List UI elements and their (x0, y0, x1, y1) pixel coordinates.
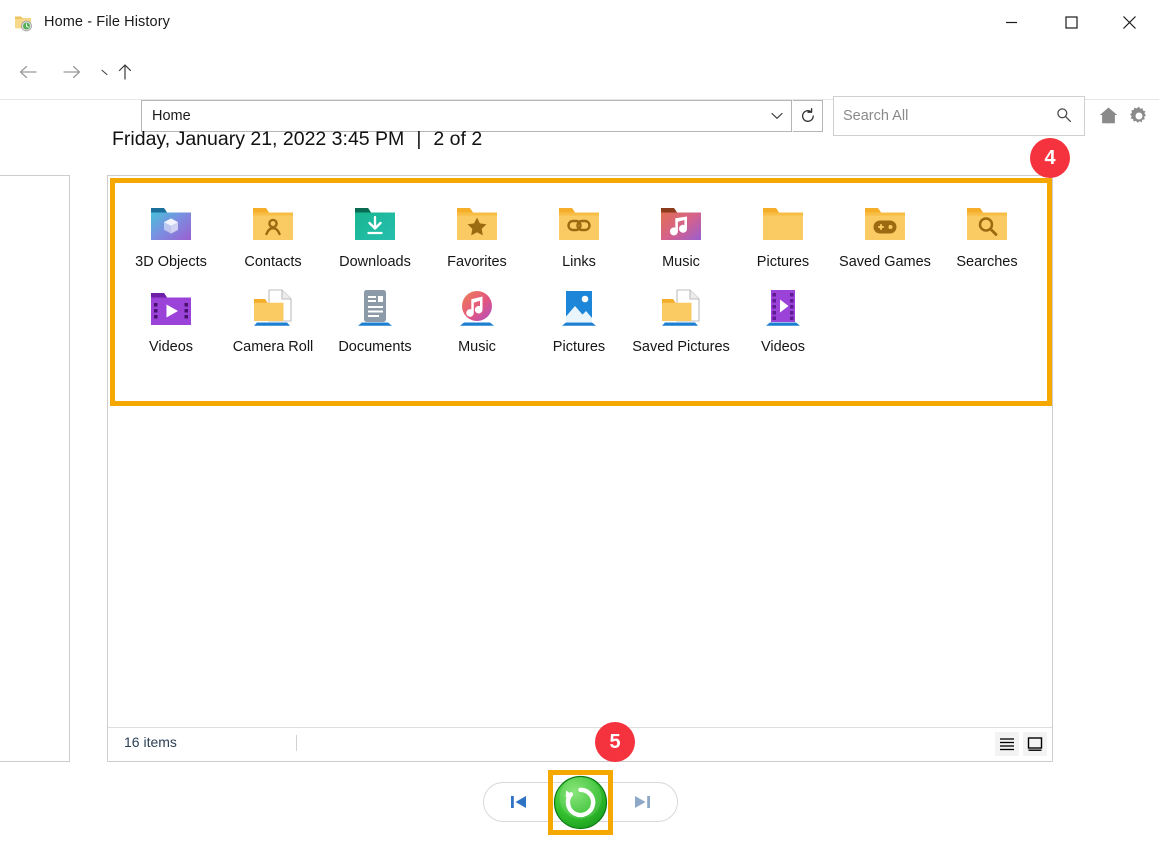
grid-item-label: Pictures (552, 339, 606, 355)
recent-locations-icon[interactable] (98, 58, 112, 86)
folder-history-icon (13, 12, 33, 32)
grid-item-label: Camera Roll (232, 339, 314, 355)
grid-item-3d-objects[interactable]: 3D Objects (120, 190, 222, 271)
left-side-panel (0, 175, 70, 762)
next-version-icon[interactable] (629, 789, 655, 815)
grid-item-music-library[interactable]: Music (426, 275, 528, 356)
grid-item-label: Videos (760, 339, 806, 355)
grid-item-label: Videos (148, 339, 194, 355)
navigation-toolbar: Home (0, 44, 1159, 136)
chevron-down-icon[interactable] (771, 108, 783, 123)
grid-item-music[interactable]: Music (630, 190, 732, 271)
backup-count: 2 of 2 (433, 128, 483, 150)
grid-item-videos-folder[interactable]: Videos (120, 275, 222, 356)
folder-downloads-icon (349, 199, 401, 247)
grid-item-label: Contacts (244, 254, 302, 270)
folder-savedgames-icon (859, 199, 911, 247)
grid-item-documents[interactable]: Documents (324, 275, 426, 356)
minimize-button[interactable] (988, 0, 1035, 44)
grid-item-label: Music (458, 339, 496, 355)
grid-item-links[interactable]: Links (528, 190, 630, 271)
grid-item-saved-games[interactable]: Saved Games (834, 190, 936, 271)
close-button[interactable] (1106, 0, 1153, 44)
grid-item-label: Favorites (447, 254, 507, 270)
grid-item-label: Documents (338, 339, 412, 355)
back-button[interactable] (14, 58, 42, 86)
grid-item-saved-pictures[interactable]: Saved Pictures (630, 275, 732, 356)
grid-item-label: Downloads (339, 254, 411, 270)
folder-plain-icon (757, 199, 809, 247)
status-divider (296, 735, 297, 751)
item-count-label: 16 items (124, 734, 177, 750)
status-bar: 16 items (108, 727, 1052, 761)
date-header: Friday, January 21, 2022 3:45 PM | 2 of 2 (112, 128, 482, 151)
grid-item-pictures-library[interactable]: Pictures (528, 275, 630, 356)
grid-item-label: Saved Pictures (632, 339, 730, 355)
grid-item-camera-roll[interactable]: Camera Roll (222, 275, 324, 356)
library-pictures-icon (553, 284, 605, 332)
grid-item-label: 3D Objects (135, 254, 207, 270)
search-input[interactable] (843, 108, 1043, 124)
grid-item-label: Music (662, 254, 700, 270)
folder-grid: 3D Objects Contacts Downloads Favorites … (120, 190, 1045, 360)
file-history-window: Home - File History Home Search All Frid… (0, 0, 1159, 841)
restore-button[interactable] (553, 775, 608, 830)
library-music-icon (451, 284, 503, 332)
library-cameraroll-icon (247, 284, 299, 332)
grid-item-pictures-folder[interactable]: Pictures (732, 190, 834, 271)
window-title: Home - File History (44, 14, 170, 30)
grid-item-favorites[interactable]: Favorites (426, 190, 528, 271)
grid-item-videos-library[interactable]: Videos (732, 275, 834, 356)
folder-links-icon (553, 199, 605, 247)
grid-item-downloads[interactable]: Downloads (324, 190, 426, 271)
grid-item-label: Pictures (756, 254, 810, 270)
search-box[interactable] (833, 96, 1085, 136)
large-icons-view-icon[interactable] (1023, 732, 1047, 756)
maximize-button[interactable] (1048, 0, 1095, 44)
search-icon[interactable] (1056, 107, 1072, 128)
grid-item-label: Links (562, 254, 596, 270)
grid-item-label: Saved Games (839, 254, 931, 270)
grid-item-contacts[interactable]: Contacts (222, 190, 324, 271)
folder-searches-icon (961, 199, 1013, 247)
library-documents-icon (349, 284, 401, 332)
refresh-button[interactable] (793, 100, 823, 132)
folder-music-icon (655, 199, 707, 247)
backup-date: Friday, January 21, 2022 3:45 PM (112, 128, 405, 150)
home-icon[interactable] (1098, 106, 1119, 130)
title-bar: Home - File History (0, 0, 1159, 44)
forward-button[interactable] (58, 58, 86, 86)
folder-3dobjects-icon (145, 199, 197, 247)
gear-icon[interactable] (1128, 105, 1150, 132)
folder-contacts-icon (247, 199, 299, 247)
grid-item-searches[interactable]: Searches (936, 190, 1038, 271)
address-path: Home (152, 108, 191, 124)
grid-item-label: Searches (956, 254, 1018, 270)
details-view-icon[interactable] (995, 732, 1019, 756)
folder-favorites-icon (451, 199, 503, 247)
up-button[interactable] (111, 58, 139, 86)
library-videos-icon (145, 284, 197, 332)
library-videos2-icon (757, 284, 809, 332)
callout-badge-5: 5 (595, 722, 635, 762)
callout-badge-4: 4 (1030, 138, 1070, 178)
previous-version-icon[interactable] (506, 789, 532, 815)
library-savedpictures-icon (655, 284, 707, 332)
header-separator: | (416, 128, 422, 150)
